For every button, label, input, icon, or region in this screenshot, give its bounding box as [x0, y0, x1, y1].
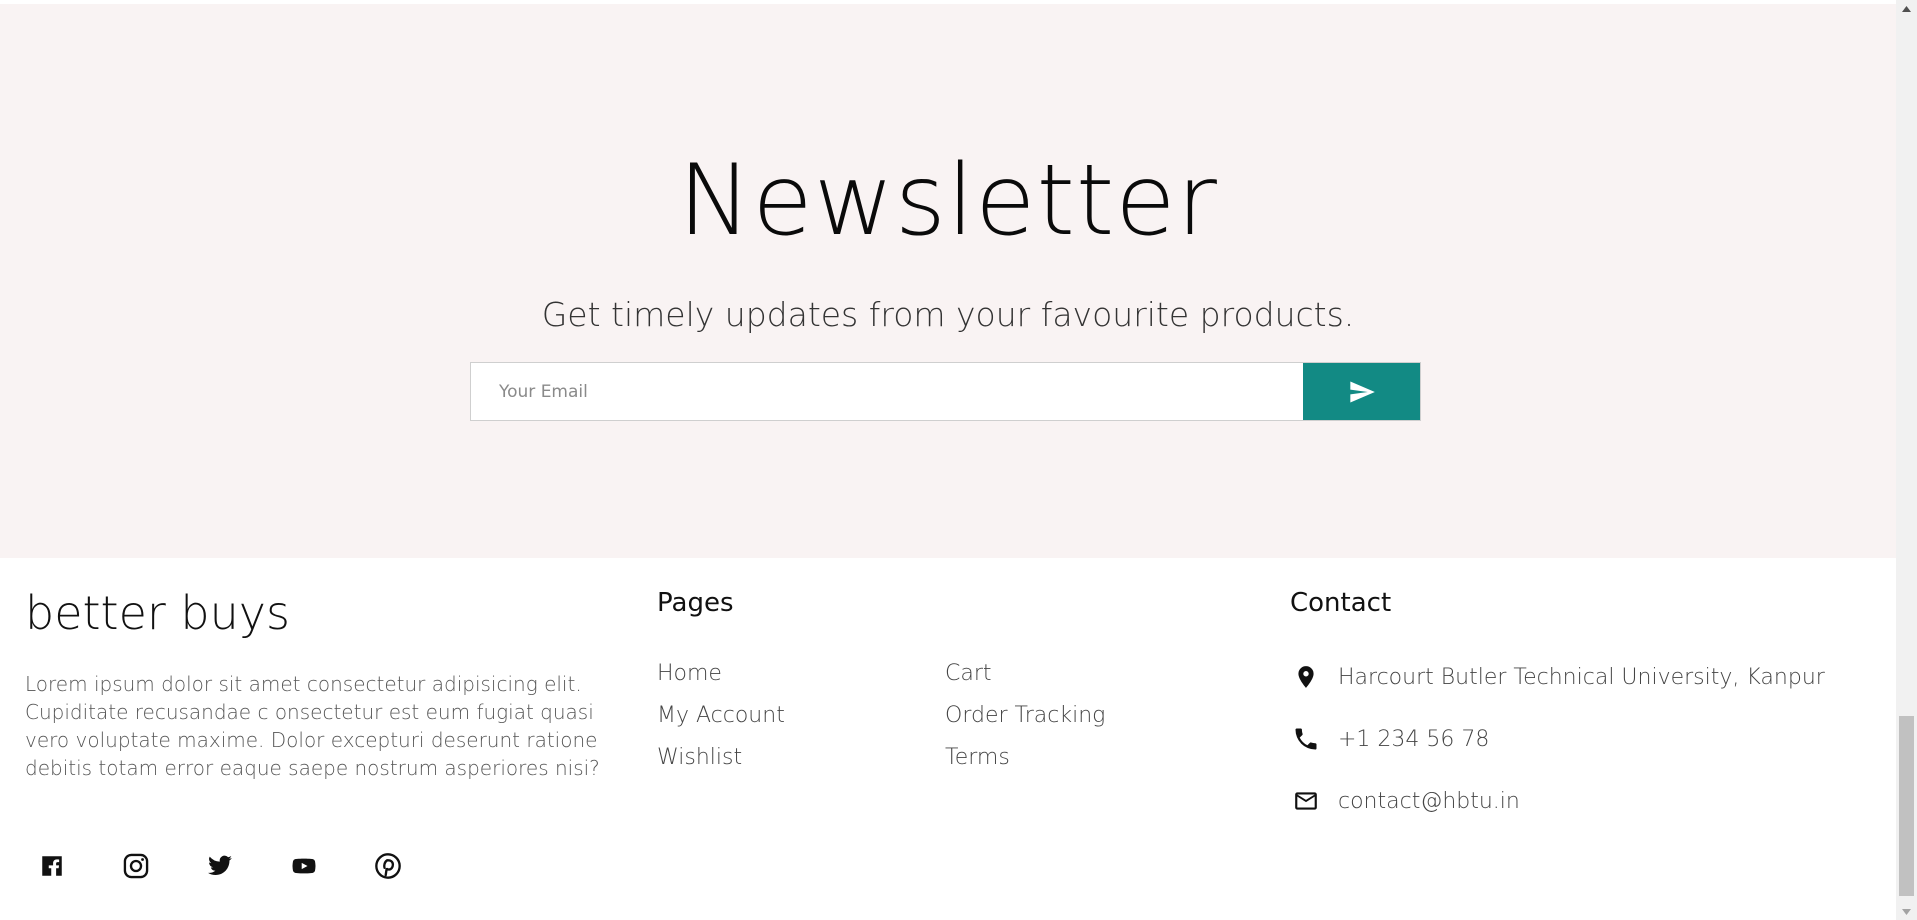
newsletter-form	[470, 362, 1421, 421]
pinterest-link[interactable]	[374, 852, 402, 880]
twitter-icon	[208, 855, 232, 875]
facebook-icon	[42, 856, 62, 876]
link-order-tracking[interactable]: Order Tracking	[945, 703, 1117, 728]
pages-nav: Home Cart My Account Order Tracking Wish…	[657, 661, 1117, 770]
address-text: Harcourt Butler Technical University, Ka…	[1338, 664, 1825, 690]
phone-icon	[1290, 723, 1322, 755]
send-icon	[1349, 381, 1375, 402]
scrollbar-thumb[interactable]	[1899, 716, 1914, 896]
email-input[interactable]	[471, 363, 1303, 420]
instagram-link[interactable]	[122, 852, 150, 880]
scroll-down-arrow-icon[interactable]	[1896, 903, 1917, 920]
mail-icon	[1290, 785, 1322, 817]
youtube-icon	[292, 858, 316, 874]
footer: better buys Lorem ipsum dolor sit amet c…	[0, 558, 1896, 920]
newsletter-subtitle: Get timely updates from your favourite p…	[541, 295, 1355, 334]
scroll-up-arrow-icon[interactable]	[1896, 0, 1917, 17]
contact-email: contact@hbtu.in	[1290, 784, 1825, 818]
social-links	[38, 852, 402, 880]
link-my-account[interactable]: My Account	[657, 703, 945, 728]
facebook-link[interactable]	[38, 852, 66, 880]
vertical-scrollbar[interactable]	[1896, 0, 1917, 920]
about-text: Lorem ipsum dolor sit amet consectetur a…	[25, 672, 600, 780]
page: Newsletter Get timely updates from your …	[0, 0, 1896, 920]
location-pin-icon	[1290, 661, 1322, 693]
pinterest-icon	[375, 853, 401, 879]
link-terms[interactable]: Terms	[945, 745, 1117, 770]
contact-address: Harcourt Butler Technical University, Ka…	[1290, 660, 1825, 694]
link-cart[interactable]: Cart	[945, 661, 1117, 686]
subscribe-button[interactable]	[1303, 363, 1420, 420]
twitter-link[interactable]	[206, 852, 234, 880]
brand-logo: better buys	[25, 586, 290, 640]
contact-phone: +1 234 56 78	[1290, 722, 1825, 756]
contact-list: Harcourt Butler Technical University, Ka…	[1290, 660, 1825, 846]
pages-heading: Pages	[657, 588, 734, 618]
phone-text[interactable]: +1 234 56 78	[1338, 727, 1489, 752]
newsletter-title: Newsletter	[678, 144, 1218, 258]
instagram-icon	[123, 853, 149, 879]
newsletter-section: Newsletter Get timely updates from your …	[0, 4, 1896, 558]
email-text[interactable]: contact@hbtu.in	[1338, 789, 1520, 814]
contact-heading: Contact	[1290, 588, 1392, 618]
link-home[interactable]: Home	[657, 661, 945, 686]
link-wishlist[interactable]: Wishlist	[657, 745, 945, 770]
youtube-link[interactable]	[290, 852, 318, 880]
